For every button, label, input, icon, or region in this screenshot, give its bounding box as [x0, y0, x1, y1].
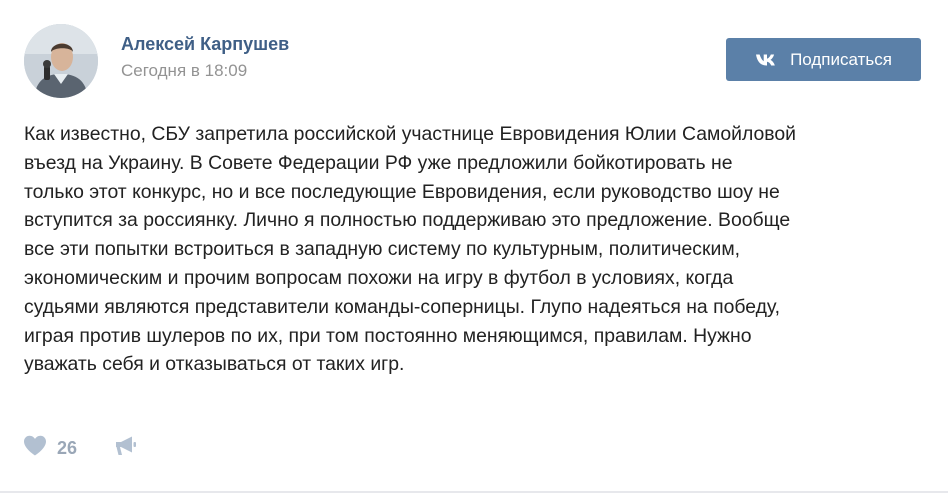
post-time[interactable]: Сегодня в 18:09: [121, 61, 247, 81]
post-card: Алексей Карпушев Сегодня в 18:09 Подписа…: [0, 0, 948, 493]
avatar[interactable]: [24, 24, 98, 98]
share-button[interactable]: [115, 435, 137, 462]
subscribe-button[interactable]: Подписаться: [726, 38, 921, 81]
like-button[interactable]: 26: [23, 435, 77, 461]
heart-icon: [23, 435, 47, 461]
subscribe-label: Подписаться: [790, 49, 892, 69]
like-count: 26: [57, 437, 78, 458]
post-text: Как известно, СБУ запретила российской у…: [24, 123, 796, 376]
author-name[interactable]: Алексей Карпушев: [121, 34, 289, 55]
megaphone-icon: [115, 435, 137, 462]
post-actions: 26: [23, 434, 137, 462]
vk-logo-icon: [755, 53, 779, 67]
